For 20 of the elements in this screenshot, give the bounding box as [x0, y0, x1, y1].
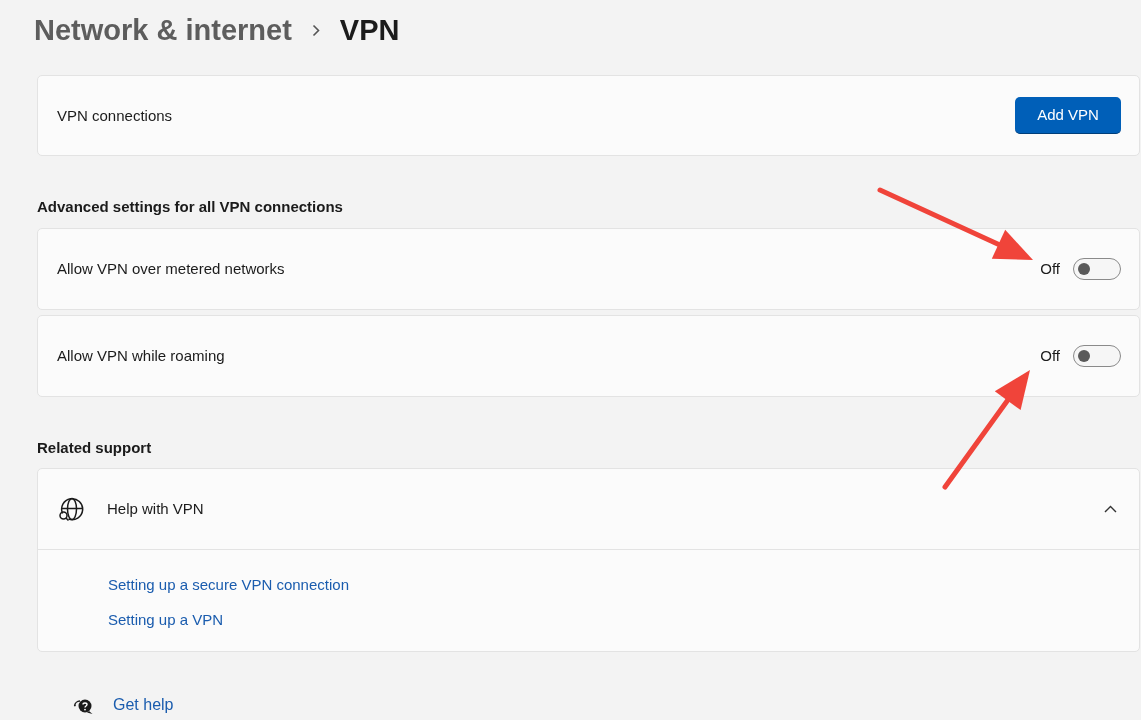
- expander-header[interactable]: Help with VPN: [38, 469, 1139, 550]
- setting-label: VPN connections: [57, 105, 173, 126]
- help-link[interactable]: Setting up a VPN: [108, 610, 224, 630]
- get-help-link[interactable]: Get help: [113, 695, 174, 715]
- chevron-up-icon: [1104, 505, 1117, 513]
- setting-label: Allow VPN over metered networks: [57, 259, 285, 279]
- page-title: VPN: [339, 13, 400, 48]
- chevron-right-icon: [311, 23, 320, 37]
- toggle-state-text: Off: [1040, 259, 1060, 279]
- section-heading: Advanced settings for all VPN connections: [37, 197, 343, 217]
- toggle-switch[interactable]: [1073, 258, 1121, 280]
- section-heading: Related support: [37, 438, 152, 458]
- expander-title: Help with VPN: [107, 499, 205, 519]
- toggle-state-text: Off: [1040, 346, 1060, 366]
- breadcrumb-link[interactable]: Network & internet: [34, 12, 292, 48]
- add-vpn-button[interactable]: Add VPN: [1015, 97, 1121, 134]
- globe-search-icon: [58, 496, 84, 522]
- setting-label: Allow VPN while roaming: [57, 346, 225, 366]
- help-link[interactable]: Setting up a secure VPN connection: [108, 575, 349, 595]
- toggle-switch[interactable]: [1073, 345, 1121, 367]
